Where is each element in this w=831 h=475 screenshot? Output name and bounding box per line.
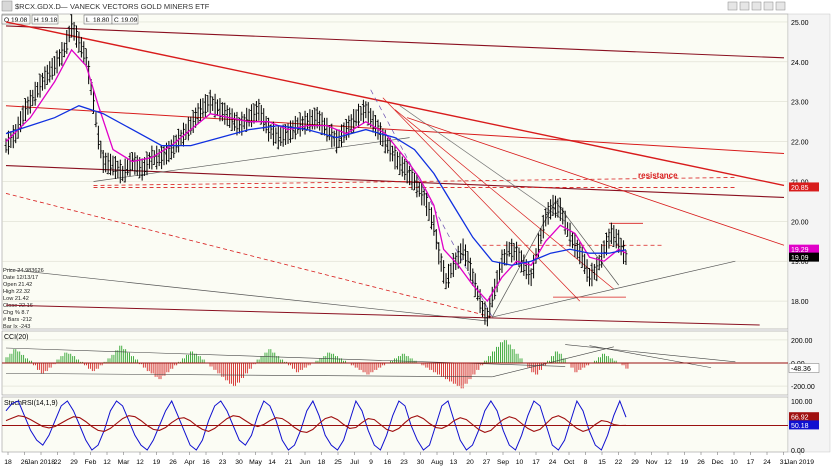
price-tick-label: 18.00 [791,299,809,306]
x-tick-label: 12 [103,459,111,466]
x-tick-label: 17 [532,459,540,466]
window-control-0[interactable] [727,1,738,11]
chart-window: $RCX.GDX.D — VANECK VECTORS GOLD MINERS … [0,0,831,470]
x-tick-label: 9 [369,459,373,466]
title-dash: — [60,2,68,11]
x-tick-label: 23 [219,459,227,466]
x-tick-label: 30 [235,459,243,466]
x-tick-label: 25 [334,459,342,466]
x-tick-label: 17 [747,459,755,466]
x-tick-label: Apr [184,459,195,466]
stochrsi-tick-label: 0.00 [791,448,805,455]
cci-tick-label: -200.00 [791,384,815,391]
x-tick-label: 20 [466,459,474,466]
x-tick-label: Jun [300,459,311,466]
price-tick-label: 22.00 [791,140,809,147]
window-control-2[interactable] [751,1,762,11]
stochrsi-panel [1,396,789,453]
x-tick-label: May [249,459,262,466]
x-tick-label: 10 [516,459,524,466]
x-tick-label: Jan 2019 [786,459,814,466]
x-tick-label: Oct [564,459,575,466]
data-window-line: Bar Ix -243 [3,324,30,330]
window-control-4[interactable] [775,1,786,11]
title-name: VANECK VECTORS GOLD MINERS ETF [70,2,210,11]
x-tick-label: 12 [664,459,672,466]
x-tick-label: Dec [711,459,724,466]
stochrsi-tick-label: 100.00 [791,399,813,406]
price-tick-label: 20.00 [791,219,809,226]
title-controls [727,1,786,11]
x-tick-label: 16 [202,459,210,466]
ohlc-value-C: 19.09 [121,17,138,24]
x-tick-label: 18 [318,459,326,466]
price-readout-value: 20.85 [791,185,809,192]
x-tick-label: 16 [384,459,392,466]
x-tick-label: Feb [85,459,97,466]
title-symbol: $RCX.GDX.D [15,2,61,11]
ohlc-label-C: C [114,17,119,24]
ohlc-label-L: L [86,17,90,24]
price-tick-label: 23.00 [791,100,809,107]
x-tick-label: 23 [400,459,408,466]
data-window-line: Chg % 8.7 [3,310,29,316]
stochrsi-readout-value: 50.18 [791,423,809,430]
x-tick-label: 14 [268,459,276,466]
x-tick-label: 19 [681,459,689,466]
x-tick-label: Jan 2018 [27,459,55,466]
ohlc-value-H: 19.18 [41,17,58,24]
x-tick-label: Nov [645,459,658,466]
x-tick-label: Jul [350,459,359,466]
x-tick-label: 24 [549,459,557,466]
chart-menu-icon[interactable] [1,0,13,12]
x-tick-label: 15 [598,459,606,466]
x-tick-label: 26 [697,459,705,466]
x-tick-label: 22 [615,459,623,466]
ohlc-label-H: H [34,17,39,24]
cci-readout-value: -48.36 [791,366,811,373]
price-readout-value: 19.09 [791,255,809,262]
x-tick-label: 27 [483,459,491,466]
x-tick-label: 29 [631,459,639,466]
x-tick-label: 30 [417,459,425,466]
x-tick-label: 10 [730,459,738,466]
ohlc-value-L: 18.80 [93,17,110,24]
x-tick-label: 13 [450,459,458,466]
data-window-line: Open 21.42 [3,282,32,288]
data-window-line: # Bars -212 [3,317,32,323]
x-tick-label: Mar [118,459,130,466]
x-tick-label: 18 [4,459,12,466]
x-tick-label: Aug [431,459,443,466]
window-control-1[interactable] [739,1,750,11]
x-tick-label: 22 [54,459,62,466]
cci-tick-label: 200.00 [791,338,813,345]
x-tick-label: 29 [70,459,78,466]
x-tick-label: 8 [584,459,588,466]
price-tick-label: 25.00 [791,20,809,27]
resistance-annotation: resistance [638,171,678,180]
chart-canvas: $RCX.GDX.D — VANECK VECTORS GOLD MINERS … [0,0,831,470]
data-window-line: Date 12/13/17 [3,275,38,281]
x-tick-label: 12 [136,459,144,466]
x-tick-label: 26 [169,459,177,466]
x-tick-label: 24 [763,459,771,466]
x-tick-label: 19 [153,459,161,466]
window-control-3[interactable] [763,1,774,11]
x-tick-label: 21 [285,459,293,466]
x-tick-label: Sep [497,459,509,466]
data-window-line: High 22.32 [3,289,30,295]
price-tick-label: 24.00 [791,60,809,67]
